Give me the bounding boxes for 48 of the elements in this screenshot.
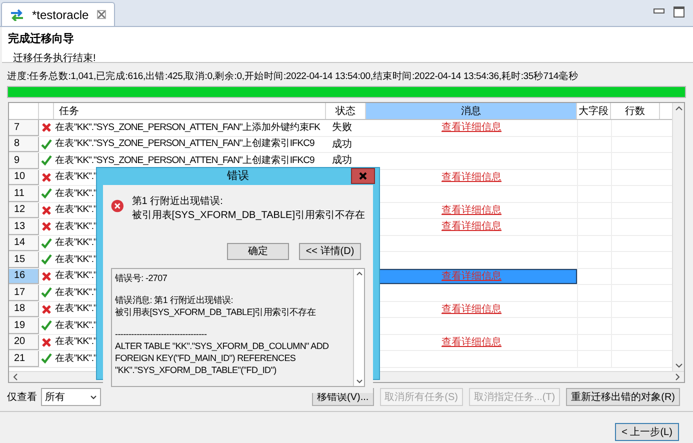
row-number: 16 [9,268,39,284]
table-cell: 在表"KK"." [54,335,96,350]
row-number: 8 [9,136,39,152]
wizard-message: 迁移任务执行结束! [12,52,97,65]
row-number: 9 [9,153,39,168]
table-cell: 在表"KK"." [54,170,96,184]
row-number: 21 [9,351,39,366]
table-cell: 在表"KK"."SYS_ZONE_PERSON_ATTEN_FAN"上创建索引IFKC9 [54,154,314,168]
dialog-title: 错误 [227,169,249,184]
table-cell: 在表"KK"." [54,203,96,218]
row-number: 13 [9,219,39,234]
table-cell: 在表"KK"." [54,286,96,300]
table-cell: 在表"KK"." [54,352,96,366]
row-number: 15 [9,252,39,268]
row-number: 11 [9,186,39,202]
table-cell: 在表"KK"."SYS_ZONE_PERSON_ATTEN_FAN"上添加外键约束FK [54,120,320,135]
row-number: 17 [9,285,39,300]
table-cell: 在表"KK"." [54,236,96,250]
table-cell: 在表"KK"." [54,318,96,333]
wizard-title: 完成迁移向导 [8,33,75,46]
table-cell: 在表"KK"." [54,302,96,316]
detail-text: 错误消息: 第1 行附近出现错误: [115,294,233,306]
table-cell: 在表"KK"." [54,252,96,267]
row-number: 18 [9,302,39,317]
row-number: 14 [9,236,39,251]
filter-label: 仅查看 [7,390,37,404]
table-cell: 在表"KK"." [54,269,96,284]
table-cell-text: 成功 [332,154,352,168]
table-cell-text: 成功 [332,138,352,152]
error-message: 第1 行附近出现错误: [132,194,224,208]
row-number: 7 [9,120,39,136]
detail-text: FOREIGN KEY("FD_MAIN_ID") REFERENCES [115,352,296,364]
row-number: 19 [9,318,39,334]
row-number: 12 [9,202,39,218]
table-cell: 在表"KK"." [54,220,96,234]
tab-title: *testoracle [31,6,90,24]
detail-text: "KK"."SYS_XFORM_DB_TABLE"("FD_ID") [115,364,276,376]
row-number: 20 [9,334,39,350]
detail-text: 错误号: -2707 [115,272,168,284]
detail-text: ---------------------------------- [115,328,207,340]
row-number: 10 [9,170,39,185]
table-cell-text: 失败 [332,120,352,136]
detail-text: ALTER TABLE "KK"."SYS_XFORM_DB_COLUMN" ADD [115,340,329,352]
progress-text: 进度:任务总数:1,041,已完成:616,出错:425,取消:0,剩余:0,开始时间:2022-04-14 13:54:00,结束时间:2022-04-14 13:54:36,耗时:35秒714毫秒 [7,71,580,83]
table-cell: 在表"KK"." [54,186,96,201]
detail-text: 被引用表[SYS_XFORM_DB_TABLE]引用索引不存在 [115,306,316,318]
table-cell: 在表"KK"."SYS_ZONE_PERSON_ATTEN_FAN"上创建索引IFKC9 [54,137,314,152]
error-message: 被引用表[SYS_XFORM_DB_TABLE]引用索引不存在 [132,208,365,222]
